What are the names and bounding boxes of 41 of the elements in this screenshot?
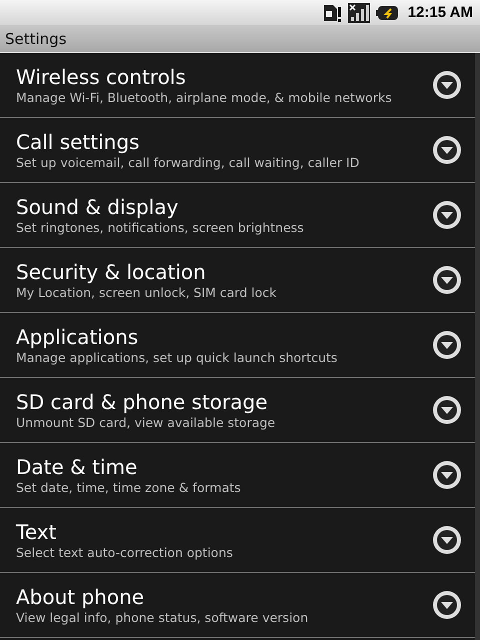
expand-icon[interactable] [431,264,463,296]
settings-item[interactable]: Text Select text auto-correction options [0,508,475,573]
settings-item[interactable]: Sound & display Set ringtones, notifications, screen brightness [0,183,475,248]
item-summary: Set date, time, time zone & formats [16,480,242,495]
item-summary: Manage applications, set up quick launch shortcuts [16,350,338,365]
expand-icon[interactable] [431,394,463,426]
item-title: Sound & display [16,195,180,219]
item-summary: View legal info, phone status, software version [16,610,310,625]
clock-time: 12:15 AM [408,4,473,21]
item-title: Date & time [16,455,138,479]
item-title: Text [16,520,58,544]
item-title: SD card & phone storage [16,390,269,414]
settings-item[interactable]: Wireless controls Manage Wi-Fi, Bluetooth, airplane mode, & mobile networks [0,53,475,118]
expand-icon[interactable] [431,459,463,491]
settings-item[interactable]: Security & location My Location, screen unlock, SIM card lock [0,248,475,313]
settings-item[interactable]: Date & time Set date, time, time zone & formats [0,443,475,508]
item-title: Security & location [16,260,207,284]
expand-icon[interactable] [431,329,463,361]
expand-icon[interactable] [431,69,463,101]
signal-icon [348,2,370,22]
settings-item[interactable]: Applications Manage applications, set up quick launch shortcuts [0,313,475,378]
battery-icon [376,4,398,20]
item-summary: My Location, screen unlock, SIM card lock [16,285,278,300]
expand-icon[interactable] [431,589,463,621]
item-summary: Select text auto-correction options [16,545,234,560]
item-summary: Set ringtones, notifications, screen brightness [16,220,305,235]
expand-icon[interactable] [431,134,463,166]
item-title: About phone [16,585,146,609]
item-title: Applications [16,325,140,349]
item-summary: Manage Wi-Fi, Bluetooth, airplane mode, & mobile networks [16,90,393,105]
expand-icon[interactable] [431,524,463,556]
settings-item[interactable]: About phone View legal info, phone status, software version [0,573,475,638]
item-summary: Unmount SD card, view available storage [16,415,276,430]
item-title: Wireless controls [16,65,187,89]
expand-icon[interactable] [431,199,463,231]
item-summary: Set up voicemail, call forwarding, call waiting, caller ID [16,155,360,170]
screen-title: Settings [5,30,67,48]
settings-item[interactable]: SD card & phone storage Unmount SD card, view available storage [0,378,475,443]
item-title: Call settings [16,130,140,154]
sim-card-icon [322,2,342,22]
settings-item[interactable]: Call settings Set up voicemail, call forwarding, call waiting, caller ID [0,118,475,183]
